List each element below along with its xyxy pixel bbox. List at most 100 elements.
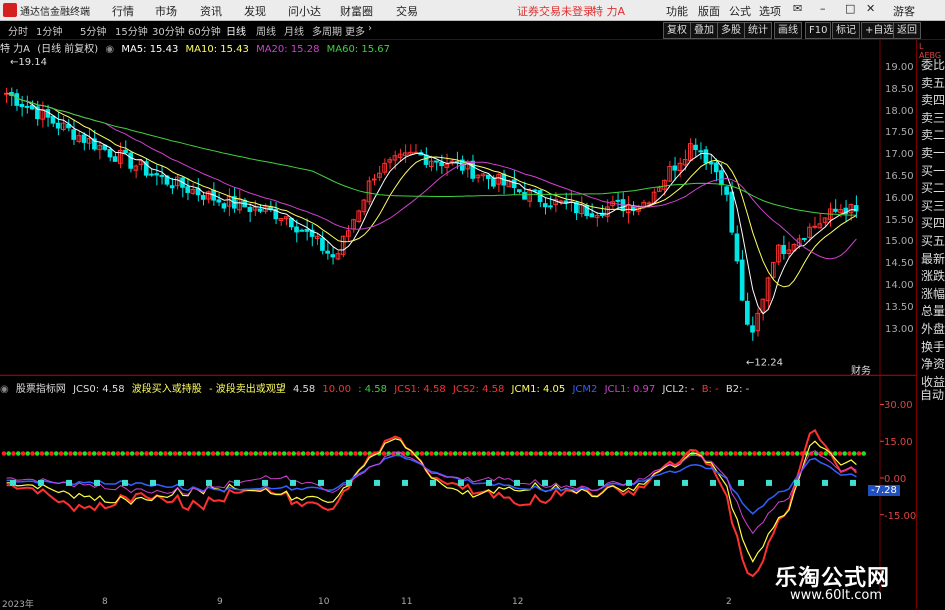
candle-body xyxy=(371,178,377,181)
candle-body xyxy=(589,213,595,218)
red-signal-dot xyxy=(115,451,121,456)
toolbar-f10-button[interactable]: F10 xyxy=(805,22,832,39)
menu-market[interactable]: 市场 xyxy=(155,3,177,19)
minimize-icon[interactable]: – xyxy=(820,2,826,15)
login-status[interactable]: 证券交易未登录 xyxy=(517,3,594,19)
red-signal-dot xyxy=(381,451,387,456)
cyan-signal-marker xyxy=(682,479,688,486)
menu-options[interactable]: 选项 xyxy=(759,3,781,19)
period-tab-60min[interactable]: 60分钟 xyxy=(188,23,221,38)
period-tab-intraday[interactable]: 分时 xyxy=(8,23,28,38)
red-signal-dot xyxy=(39,451,45,456)
time-tick-label: 10 xyxy=(318,597,330,607)
green-signal-dot xyxy=(234,451,239,456)
candle-body xyxy=(19,103,25,108)
candle-body xyxy=(693,144,698,151)
price-tick-label: 13.50 xyxy=(885,301,914,313)
green-signal-dot xyxy=(120,451,125,456)
price-tick-label: 17.00 xyxy=(885,149,914,161)
jcl2-oscillator-line xyxy=(6,450,857,535)
cyan-signal-marker xyxy=(738,479,744,486)
candle-body xyxy=(257,208,263,212)
menu-trade[interactable]: 交易 xyxy=(396,3,418,19)
candle-body xyxy=(128,152,134,169)
green-signal-dot xyxy=(443,451,449,456)
cyan-signal-marker xyxy=(402,479,408,486)
candle-body xyxy=(802,237,807,240)
period-tab-more[interactable]: 更多 xyxy=(345,23,365,38)
red-signal-dot xyxy=(182,451,187,456)
toolbar-multistock-button[interactable]: 多股 xyxy=(717,22,745,39)
candle-body xyxy=(548,205,553,208)
menu-assistant[interactable]: 问小达 xyxy=(288,3,321,19)
toolbar-back-button[interactable]: 返回 xyxy=(893,22,921,39)
green-signal-dot xyxy=(310,451,316,456)
period-tab-1min[interactable]: 1分钟 xyxy=(36,23,62,38)
green-signal-dot xyxy=(167,451,173,456)
guest-label[interactable]: 游客 xyxy=(893,3,915,19)
indicator-name[interactable]: 股票指标网 xyxy=(16,384,66,395)
period-tab-15min[interactable]: 15分钟 xyxy=(115,23,148,38)
candle-body xyxy=(713,162,719,173)
green-signal-dot xyxy=(129,451,135,456)
menu-layout[interactable]: 版面 xyxy=(698,3,720,19)
green-signal-dot xyxy=(53,451,59,456)
toolbar-stats-button[interactable]: 统计 xyxy=(744,22,772,39)
candle-body xyxy=(517,189,522,193)
menu-function[interactable]: 功能 xyxy=(666,3,688,19)
red-signal-dot xyxy=(457,451,463,456)
green-signal-dot xyxy=(348,451,354,456)
panel-label: 涨跌 xyxy=(921,269,945,284)
red-signal-dot xyxy=(562,451,567,456)
toolbar-overlay-button[interactable]: 叠加 xyxy=(690,22,718,39)
period-tab-5min[interactable]: 5分钟 xyxy=(80,23,106,38)
low-price-label: ←12.24 xyxy=(746,358,783,369)
green-signal-dot xyxy=(585,451,591,456)
time-tick-label: 11 xyxy=(401,597,413,607)
price-chart[interactable]: ←19.14←12.24财务 xyxy=(0,40,916,609)
menu-quotes[interactable]: 行情 xyxy=(112,3,134,19)
period-tab-weekly[interactable]: 周线 xyxy=(256,23,276,38)
menu-news[interactable]: 资讯 xyxy=(200,3,222,19)
price-tick-label: 14.50 xyxy=(885,258,914,270)
toolbar-draw-button[interactable]: 画线 xyxy=(774,22,802,39)
candle-body xyxy=(14,93,20,106)
candle-body xyxy=(200,194,206,200)
menu-wealth-circle[interactable]: 财富圈 xyxy=(340,3,373,19)
red-signal-dot xyxy=(144,451,149,456)
red-signal-dot xyxy=(163,451,168,456)
toolbar-adjust-button[interactable]: 复权 xyxy=(663,22,691,39)
stock-title: 特 力A xyxy=(592,5,626,18)
cyan-signal-marker xyxy=(178,479,184,486)
menu-discover[interactable]: 发现 xyxy=(244,3,266,19)
time-tick-label: 2 xyxy=(726,597,732,607)
panel-label: 外盘 xyxy=(921,322,945,336)
panel-label: 总量 xyxy=(921,304,945,319)
message-icon[interactable]: ✉ xyxy=(793,2,802,15)
candle-body xyxy=(522,192,527,200)
candle-body xyxy=(724,186,729,195)
more-arrow-icon[interactable]: › xyxy=(368,23,372,34)
panel-divider xyxy=(0,375,916,376)
indicator-settings-icon[interactable]: ◉ xyxy=(0,384,9,395)
jcl2-value: JCL2: - xyxy=(662,384,695,395)
candle-body xyxy=(750,325,755,333)
green-signal-dot xyxy=(91,451,97,456)
period-tab-monthly[interactable]: 月线 xyxy=(284,23,304,38)
red-signal-dot xyxy=(448,451,453,456)
menu-formula[interactable]: 公式 xyxy=(729,3,751,19)
close-icon[interactable]: ✕ xyxy=(866,2,875,15)
red-signal-dot xyxy=(600,451,605,456)
period-tab-daily[interactable]: 日线 xyxy=(226,23,246,38)
red-signal-dot xyxy=(533,451,539,456)
price-tick-label: 18.00 xyxy=(885,105,914,117)
toolbar-add-watchlist-button[interactable]: +自选 xyxy=(861,22,898,39)
candle-body xyxy=(247,206,253,213)
period-tab-multi[interactable]: 多周期 xyxy=(312,23,342,38)
maximize-icon[interactable]: □ xyxy=(845,2,855,15)
red-signal-dot xyxy=(153,451,159,456)
period-tab-30min[interactable]: 30分钟 xyxy=(152,23,185,38)
toolbar-mark-button[interactable]: 标记 xyxy=(832,22,860,39)
auto-button[interactable]: 自动 xyxy=(920,386,944,403)
red-signal-dot xyxy=(666,451,672,456)
